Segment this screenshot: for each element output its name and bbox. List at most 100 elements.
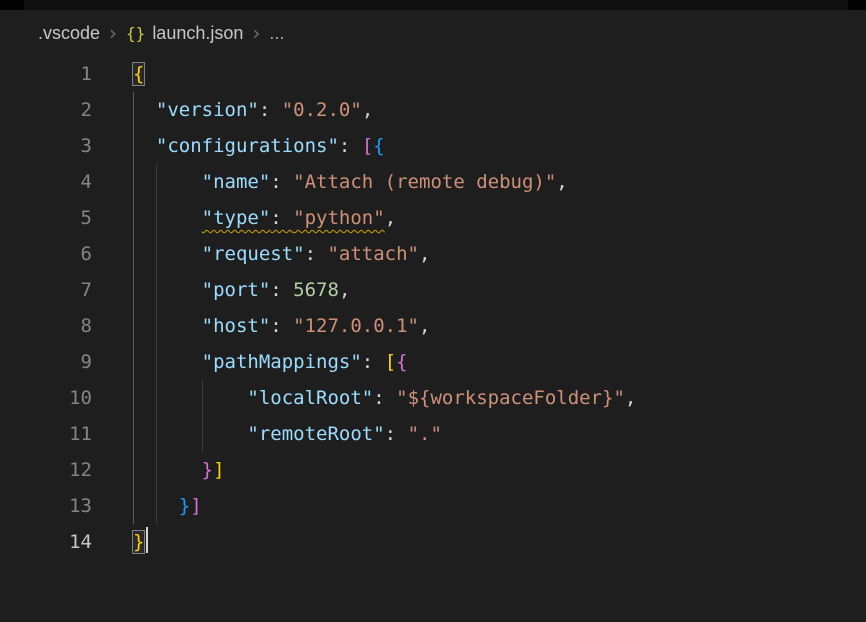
code-line-content[interactable]: "request": "attach", [92, 236, 866, 272]
code-token: { [396, 351, 407, 373]
line-number[interactable]: 9 [0, 344, 92, 380]
code-line-content[interactable]: } [92, 524, 866, 560]
line-number[interactable]: 14 [0, 524, 92, 560]
code-line-content[interactable]: "localRoot": "${workspaceFolder}", [92, 380, 866, 416]
code-token: [ [385, 351, 396, 373]
code-token: "${workspaceFolder}" [396, 387, 625, 409]
breadcrumb-item-symbol[interactable]: ... [269, 23, 284, 44]
line-number[interactable]: 11 [0, 416, 92, 452]
code-line-content[interactable]: "port": 5678, [92, 272, 866, 308]
code-token: , [556, 171, 567, 193]
breadcrumb-item-folder[interactable]: .vscode [38, 23, 100, 44]
code-token: , [625, 387, 636, 409]
indent-guide [156, 380, 157, 416]
indent-guide [133, 272, 134, 308]
indent-guide [156, 488, 157, 524]
breadcrumb-item-file[interactable]: {} launch.json [126, 23, 243, 44]
code-token: : [339, 135, 362, 157]
chevron-right-icon: › [243, 21, 269, 45]
line-number[interactable]: 3 [0, 128, 92, 164]
line-number[interactable]: 1 [0, 56, 92, 92]
code-line-content[interactable]: { [92, 56, 866, 92]
code-line-content[interactable]: }] [92, 488, 866, 524]
indent-guide [156, 344, 157, 380]
code-line[interactable]: 2 "version": "0.2.0", [0, 92, 866, 128]
code-line[interactable]: 6 "request": "attach", [0, 236, 866, 272]
indent-whitespace [133, 315, 202, 337]
line-number[interactable]: 6 [0, 236, 92, 272]
code-line-content[interactable]: "name": "Attach (remote debug)", [92, 164, 866, 200]
indent-guide [156, 272, 157, 308]
title-bar [0, 0, 866, 10]
indent-whitespace [133, 279, 202, 301]
indent-guide [133, 380, 134, 416]
code-line[interactable]: 13 }] [0, 488, 866, 524]
indent-guide [133, 452, 134, 488]
code-line[interactable]: 8 "host": "127.0.0.1", [0, 308, 866, 344]
indent-guide [133, 488, 134, 524]
code-token: : [270, 279, 293, 301]
indent-guide [156, 308, 157, 344]
indent-guide [133, 236, 134, 272]
indent-guide [156, 236, 157, 272]
code-token: 5678 [293, 279, 339, 301]
code-token: } [133, 531, 144, 553]
indent-guide [156, 452, 157, 488]
indent-guide [202, 416, 203, 452]
code-token: ] [190, 495, 201, 517]
code-token: "remoteRoot" [247, 423, 384, 445]
code-token: "request" [202, 243, 305, 265]
code-token: , [385, 207, 396, 229]
line-number[interactable]: 10 [0, 380, 92, 416]
title-bar-corner-right [848, 0, 866, 10]
code-line-content[interactable]: }] [92, 452, 866, 488]
code-token: { [133, 63, 144, 85]
code-line[interactable]: 3 "configurations": [{ [0, 128, 866, 164]
indent-guide [133, 164, 134, 200]
code-line-content[interactable]: "host": "127.0.0.1", [92, 308, 866, 344]
code-line-content[interactable]: "configurations": [{ [92, 128, 866, 164]
line-number[interactable]: 12 [0, 452, 92, 488]
code-token: [ [362, 135, 373, 157]
code-line-content[interactable]: "remoteRoot": "." [92, 416, 866, 452]
code-line[interactable]: 7 "port": 5678, [0, 272, 866, 308]
code-line-content[interactable]: "pathMappings": [{ [92, 344, 866, 380]
code-line[interactable]: 1{ [0, 56, 866, 92]
line-number[interactable]: 4 [0, 164, 92, 200]
indent-whitespace [133, 171, 202, 193]
indent-whitespace [133, 351, 202, 373]
indent-guide [133, 128, 134, 164]
code-line[interactable]: 14} [0, 524, 866, 560]
code-token: : [259, 99, 282, 121]
code-token: , [419, 243, 430, 265]
code-line[interactable]: 9 "pathMappings": [{ [0, 344, 866, 380]
indent-whitespace [133, 243, 202, 265]
indent-whitespace [133, 135, 156, 157]
code-line[interactable]: 5 "type": "python", [0, 200, 866, 236]
line-number[interactable]: 7 [0, 272, 92, 308]
indent-guide [202, 380, 203, 416]
code-line[interactable]: 11 "remoteRoot": "." [0, 416, 866, 452]
line-number[interactable]: 13 [0, 488, 92, 524]
code-line-content[interactable]: "type": "python", [92, 200, 866, 236]
code-line[interactable]: 4 "name": "Attach (remote debug)", [0, 164, 866, 200]
code-line[interactable]: 12 }] [0, 452, 866, 488]
indent-whitespace [133, 423, 247, 445]
code-line[interactable]: 10 "localRoot": "${workspaceFolder}", [0, 380, 866, 416]
code-line-content[interactable]: "version": "0.2.0", [92, 92, 866, 128]
indent-whitespace [133, 99, 156, 121]
indent-guide [133, 416, 134, 452]
code-token: "0.2.0" [282, 99, 362, 121]
line-number[interactable]: 2 [0, 92, 92, 128]
code-token: "python" [293, 207, 385, 229]
code-token: "version" [156, 99, 259, 121]
code-token: , [419, 315, 430, 337]
code-area[interactable]: 1{2 "version": "0.2.0",3 "configurations… [0, 56, 866, 560]
code-token: "type" [202, 207, 271, 229]
code-token: : [270, 315, 293, 337]
line-number[interactable]: 5 [0, 200, 92, 236]
code-token: "port" [202, 279, 271, 301]
code-token: "localRoot" [247, 387, 373, 409]
indent-guide [133, 344, 134, 380]
line-number[interactable]: 8 [0, 308, 92, 344]
